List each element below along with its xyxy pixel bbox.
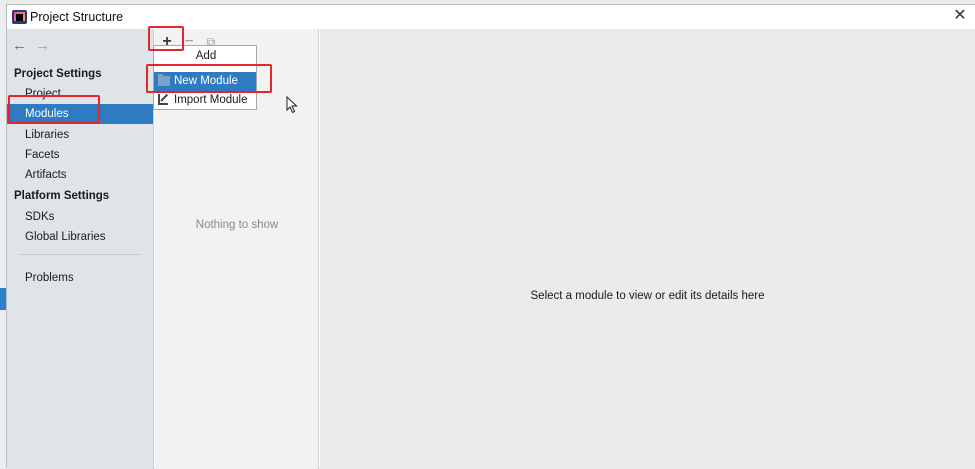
details-placeholder-text: Select a module to view or edit its deta… xyxy=(530,290,765,302)
sidebar-item-global-libraries[interactable]: Global Libraries xyxy=(7,227,153,247)
dialog-title: Project Structure xyxy=(30,10,124,24)
sidebar-item-problems[interactable]: Problems xyxy=(7,268,153,288)
highlight-add-button xyxy=(148,26,184,51)
highlight-new-module xyxy=(146,64,272,93)
sidebar-item-libraries[interactable]: Libraries xyxy=(7,125,153,145)
module-details-pane: Select a module to view or edit its deta… xyxy=(320,29,975,469)
sidebar-item-sdks[interactable]: SDKs xyxy=(7,207,153,227)
import-icon xyxy=(158,94,168,105)
menu-item-import-module[interactable]: Import Module xyxy=(154,91,256,110)
empty-list-text: Nothing to show xyxy=(195,219,279,231)
sidebar-divider xyxy=(19,254,141,255)
back-arrow-icon[interactable]: ← xyxy=(12,37,35,54)
mouse-cursor-icon xyxy=(286,96,298,114)
close-icon[interactable]: ✕ xyxy=(951,7,969,25)
highlight-modules xyxy=(8,95,100,124)
intellij-app-icon xyxy=(12,10,27,24)
project-settings-header: Project Settings xyxy=(14,68,102,80)
nav-arrows: ←→ xyxy=(12,37,58,54)
sidebar-item-artifacts[interactable]: Artifacts xyxy=(7,165,153,185)
sidebar-item-facets[interactable]: Facets xyxy=(7,145,153,165)
popup-title: Add xyxy=(195,50,217,62)
forward-arrow-icon[interactable]: → xyxy=(35,37,58,54)
menu-item-label: Import Module xyxy=(174,94,248,106)
platform-settings-header: Platform Settings xyxy=(14,190,110,202)
